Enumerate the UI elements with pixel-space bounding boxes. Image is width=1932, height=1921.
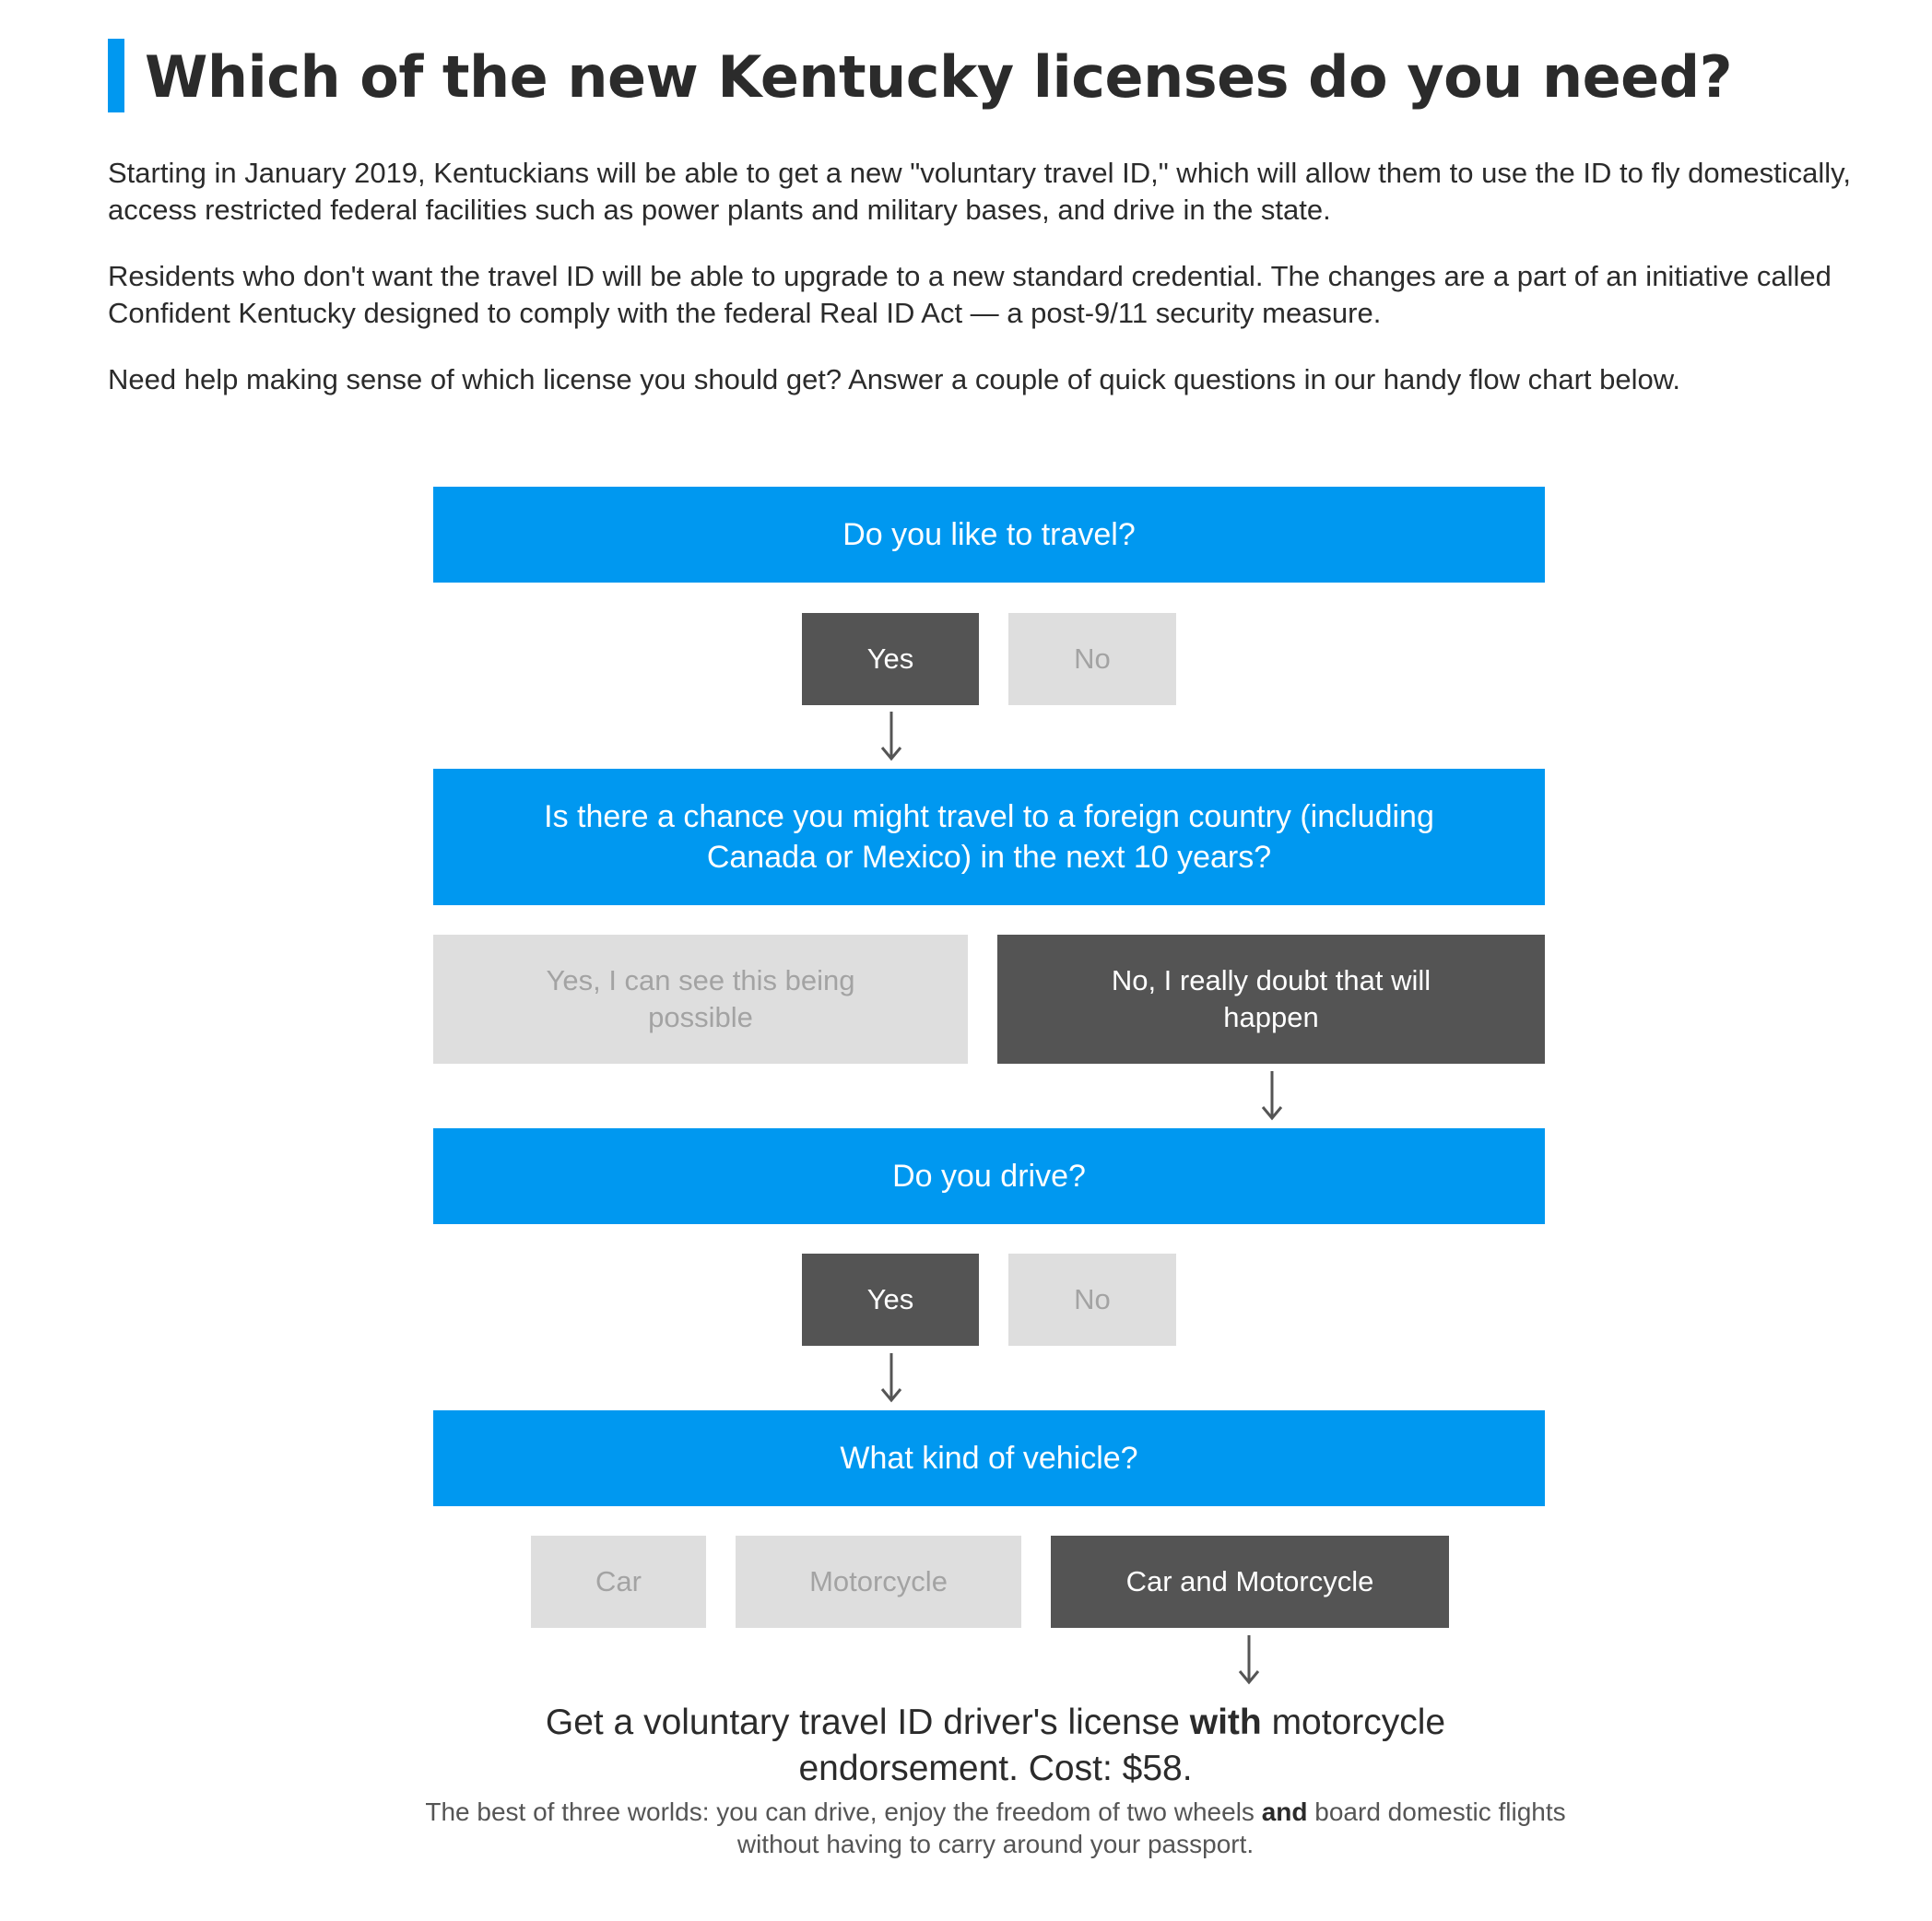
answer-travel-yes[interactable]: Yes <box>802 613 979 705</box>
answer-vehicle-motorcycle[interactable]: Motorcycle <box>736 1536 1021 1628</box>
answer-drive-yes[interactable]: Yes <box>802 1254 979 1346</box>
result-description-text-1: The best of three worlds: you can drive,… <box>425 1797 1262 1826</box>
result-headline-bold: with <box>1189 1703 1262 1742</box>
result-headline-text-1: Get a voluntary travel ID driver's licen… <box>545 1703 1190 1742</box>
answer-travel-no[interactable]: No <box>1008 613 1176 705</box>
arrow-down-icon <box>1258 1069 1286 1121</box>
arrow-down-icon <box>1235 1633 1263 1685</box>
answer-vehicle-car[interactable]: Car <box>531 1536 706 1628</box>
page-title: Which of the new Kentucky licenses do yo… <box>145 43 1733 111</box>
intro-paragraph-1: Starting in January 2019, Kentuckians wi… <box>108 157 1851 226</box>
arrow-down-icon <box>878 710 905 761</box>
answer-foreign-yes[interactable]: Yes, I can see this being possible <box>433 935 968 1064</box>
intro-paragraph-2: Residents who don't want the travel ID w… <box>108 260 1832 329</box>
question-travel: Do you like to travel? <box>433 487 1545 583</box>
answer-drive-no[interactable]: No <box>1008 1254 1176 1346</box>
intro-paragraph-3: Need help making sense of which license … <box>108 363 1681 395</box>
arrow-down-icon <box>878 1351 905 1403</box>
result-headline: Get a voluntary travel ID driver's licen… <box>433 1700 1558 1792</box>
result-description-bold: and <box>1261 1797 1308 1826</box>
question-drive: Do you drive? <box>433 1128 1545 1224</box>
answer-foreign-no[interactable]: No, I really doubt that will happen <box>997 935 1545 1064</box>
title-accent-bar <box>108 39 124 112</box>
question-foreign-travel: Is there a chance you might travel to a … <box>433 769 1545 905</box>
question-vehicle: What kind of vehicle? <box>433 1410 1545 1506</box>
answer-vehicle-car-and-motorcycle[interactable]: Car and Motorcycle <box>1051 1536 1449 1628</box>
result-description: The best of three worlds: you can drive,… <box>415 1796 1576 1860</box>
